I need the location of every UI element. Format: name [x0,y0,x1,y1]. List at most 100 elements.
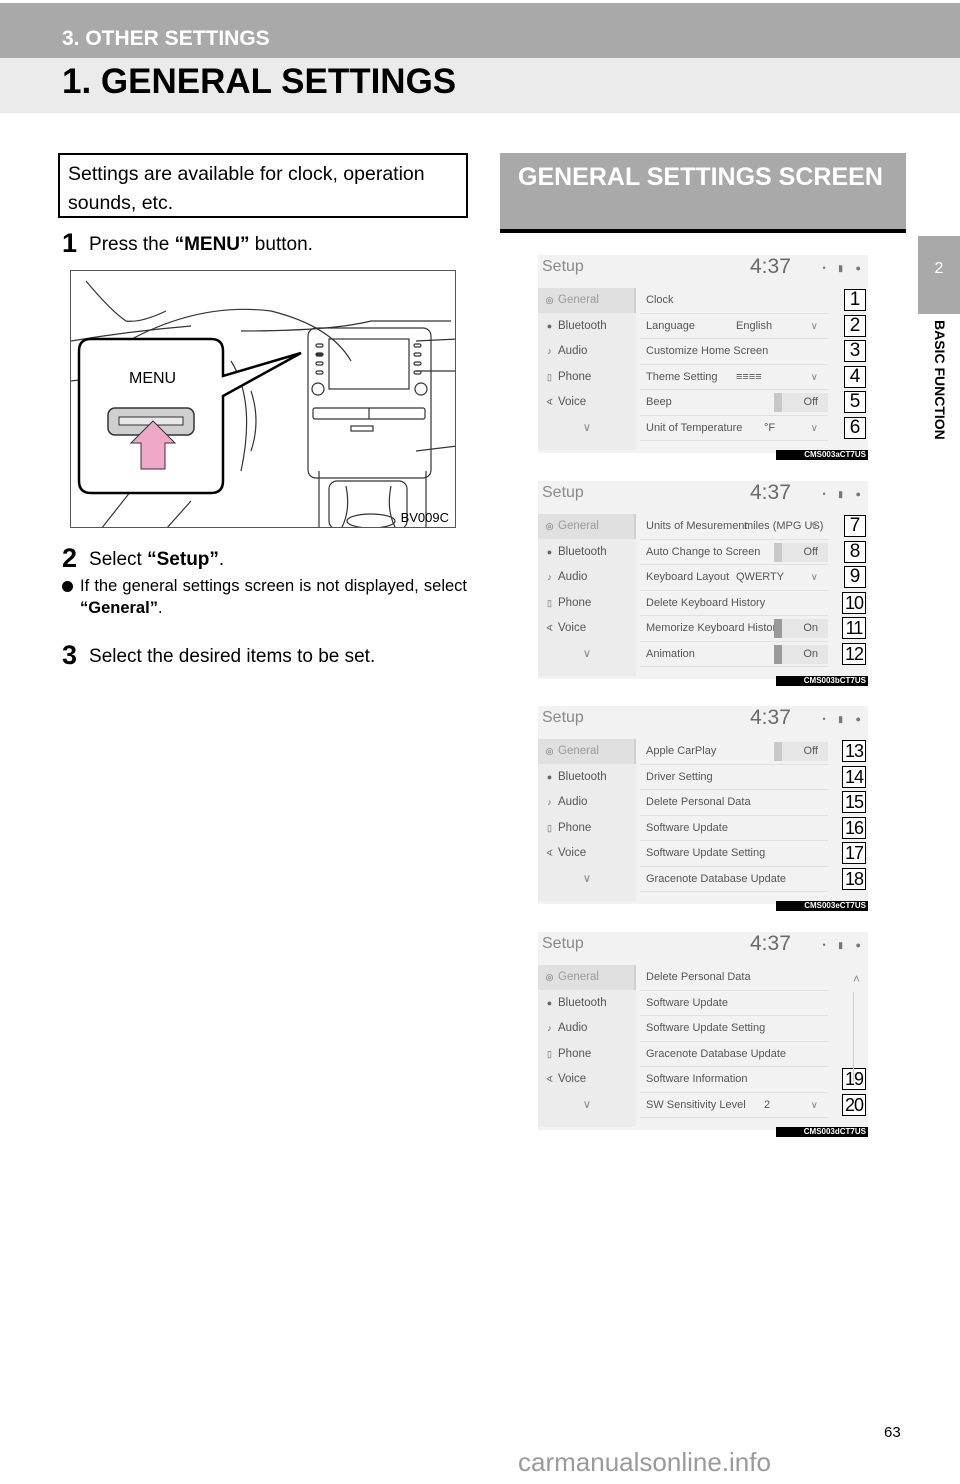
sidebar-item-audio[interactable]: ♪ Audio [538,790,636,815]
page-title: 1. GENERAL SETTINGS [62,62,457,101]
setting-row[interactable]: Software Update [640,991,828,1016]
toggle-switch[interactable]: Off [774,393,828,412]
setting-row[interactable]: Language English ∨ [640,314,828,339]
setting-row[interactable]: Units of Mesurement miles (MPG US) ∨ [640,514,828,540]
sidebar-item-general[interactable]: ◎ General [538,965,636,990]
sidebar-item-general[interactable]: ◎ General [538,288,636,313]
sidebar-more-button[interactable]: ∨ [538,416,636,441]
sidebar-more-button[interactable]: ∨ [538,867,636,892]
sidebar-item-bluetooth[interactable]: ● Bluetooth [538,314,636,339]
step-2: 2 Select “Setup”. [62,543,224,574]
screen-title: Setup [542,258,584,275]
sidebar-item-label: Phone [558,821,592,834]
chevron-down-icon: ∨ [810,521,818,532]
status-icons: • ▮ ● [822,940,866,950]
sidebar-item-label: Bluetooth [558,996,607,1009]
sidebar-item-phone[interactable]: ▯ Phone [538,365,636,390]
sidebar-item-label: Phone [558,370,592,383]
toggle-switch[interactable]: Off [774,542,828,562]
sidebar-item-phone[interactable]: ▯ Phone [538,1042,636,1067]
step-text: Select the desired items to be set. [89,646,376,667]
sidebar-item-general[interactable]: ◎ General [538,514,636,539]
sidebar-item-bluetooth[interactable]: ● Bluetooth [538,540,636,565]
setting-row[interactable]: Delete Keyboard History [640,591,828,616]
phone-icon: ▯ [547,822,552,833]
toggle-switch[interactable]: On [774,619,828,638]
sidebar-item-general[interactable]: ◎ General [538,739,636,764]
setting-row[interactable]: SW Sensitivity Level 2 ∨ [640,1093,828,1118]
sidebar-item-bluetooth[interactable]: ● Bluetooth [538,765,636,790]
setting-row[interactable]: Gracenote Database Update [640,867,828,892]
setting-row[interactable]: Software Update Setting [640,841,828,867]
setting-value: ≡≡≡≡ [736,370,762,383]
sidebar-item-bluetooth[interactable]: ● Bluetooth [538,991,636,1016]
callout-number: 6 [844,416,866,439]
setting-row[interactable]: Clock [640,288,828,314]
image-code-tag: CMS003aCT7US [776,450,868,460]
setting-value: 2 [764,1098,771,1111]
setting-row[interactable]: Unit of Temperature °F ∨ [640,416,828,441]
chevron-down-icon: ∨ [582,1098,592,1111]
bullet-text-end: . [157,599,163,617]
setting-row[interactable]: Animation On [640,642,828,667]
callout-number: 10 [842,591,866,614]
callout-number: 13 [842,740,866,762]
setting-row[interactable]: Software Update Setting [640,1016,828,1042]
chapter-number: 2 [934,260,944,277]
setting-label: Software Update Setting [646,1022,766,1034]
sidebar-item-voice[interactable]: ∢ Voice [538,390,636,415]
sidebar-item-phone[interactable]: ▯ Phone [538,816,636,841]
setting-row[interactable]: Beep Off [640,390,828,416]
setting-row[interactable]: Apple CarPlay Off [640,739,828,765]
sidebar-item-label: Audio [558,571,588,583]
setting-row[interactable]: Driver Setting [640,765,828,790]
scrollbar[interactable] [853,992,854,1082]
setup-sidebar: ◎ General ● Bluetooth ♪ Audio ▯ Phone ∢ Voice… [538,965,636,1127]
sidebar-item-label: Voice [558,396,587,408]
setting-row[interactable]: Keyboard Layout QWERTY ∨ [640,565,828,591]
sidebar-item-audio[interactable]: ♪ Audio [538,565,636,590]
callout-number: 14 [842,765,866,788]
sidebar-item-audio[interactable]: ♪ Audio [538,1016,636,1041]
setting-value: QWERTY [736,571,785,583]
sidebar-item-voice[interactable]: ∢ Voice [538,616,636,641]
setting-label: Language [646,319,695,332]
setting-label: Unit of Temperature [646,421,743,434]
setting-row[interactable]: Theme Setting ≡≡≡≡ ∨ [640,365,828,390]
setting-row[interactable]: Delete Personal Data [640,965,828,991]
dashboard-drawing: MENU [71,280,455,527]
setting-row[interactable]: Software Update [640,816,828,841]
setting-row[interactable]: Delete Personal Data [640,790,828,816]
sidebar-item-phone[interactable]: ▯ Phone [538,591,636,616]
setting-row[interactable]: Auto Change to Screen Off [640,540,828,565]
voice-icon: ∢ [545,623,554,633]
callout-number: 3 [844,340,866,362]
sidebar-item-voice[interactable]: ∢ Voice [538,841,636,866]
setting-label: Clock [646,294,674,306]
sidebar-item-voice[interactable]: ∢ Voice [538,1067,636,1092]
setting-label: Delete Personal Data [646,796,751,808]
setting-label: Animation [646,647,695,660]
callout-number: 20 [842,1093,866,1116]
sidebar-item-audio[interactable]: ♪ Audio [538,339,636,364]
bluetooth-icon: ● [546,320,553,331]
bullet-note: If the general settings screen is not di… [62,575,467,619]
setting-row[interactable]: Customize Home Screen [640,339,828,365]
setting-row[interactable]: Software Information [640,1067,828,1093]
setting-label: Software Information [646,1073,748,1085]
callout-number: 5 [844,391,866,413]
setting-row[interactable]: Memorize Keyboard History On [640,616,828,642]
phone-icon: ▯ [547,597,552,608]
sidebar-more-button[interactable]: ∨ [538,642,636,667]
toggle-switch[interactable]: Off [774,742,828,761]
chapter-label: BASIC FUNCTION [932,320,948,440]
setting-label: Customize Home Screen [646,345,769,357]
sidebar-more-button[interactable]: ∨ [538,1093,636,1118]
sidebar-item-label: Phone [558,1047,592,1060]
scroll-up-icon[interactable]: ˄ [853,972,860,986]
sidebar-item-label: Audio [558,796,588,808]
intro-box: Settings are available for clock, operat… [58,153,468,218]
gear-icon: ◎ [545,972,554,982]
setting-row[interactable]: Gracenote Database Update [640,1042,828,1067]
toggle-switch[interactable]: On [774,644,828,664]
